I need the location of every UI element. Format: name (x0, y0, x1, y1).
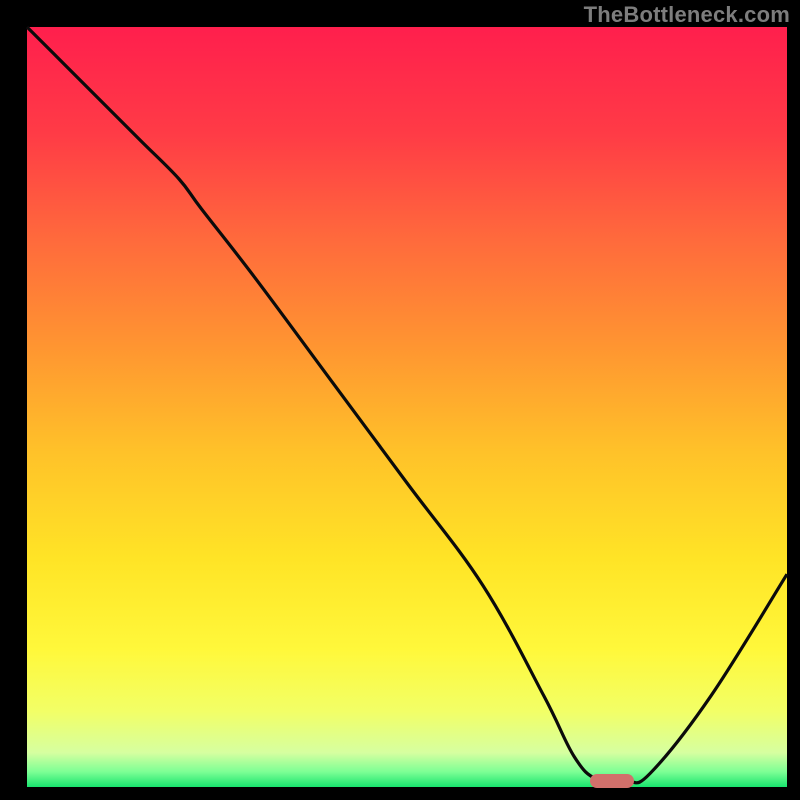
optimum-marker (590, 774, 634, 788)
plot-area (27, 27, 787, 787)
site-watermark: TheBottleneck.com (584, 2, 790, 28)
chart-frame: TheBottleneck.com (0, 0, 800, 800)
